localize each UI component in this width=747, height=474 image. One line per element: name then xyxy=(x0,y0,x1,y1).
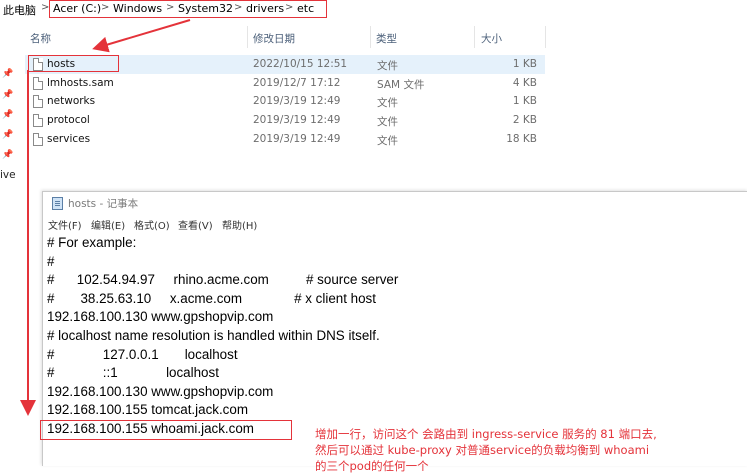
annotation-arrows xyxy=(20,19,191,416)
arrow-to-hosts-file xyxy=(92,19,191,53)
